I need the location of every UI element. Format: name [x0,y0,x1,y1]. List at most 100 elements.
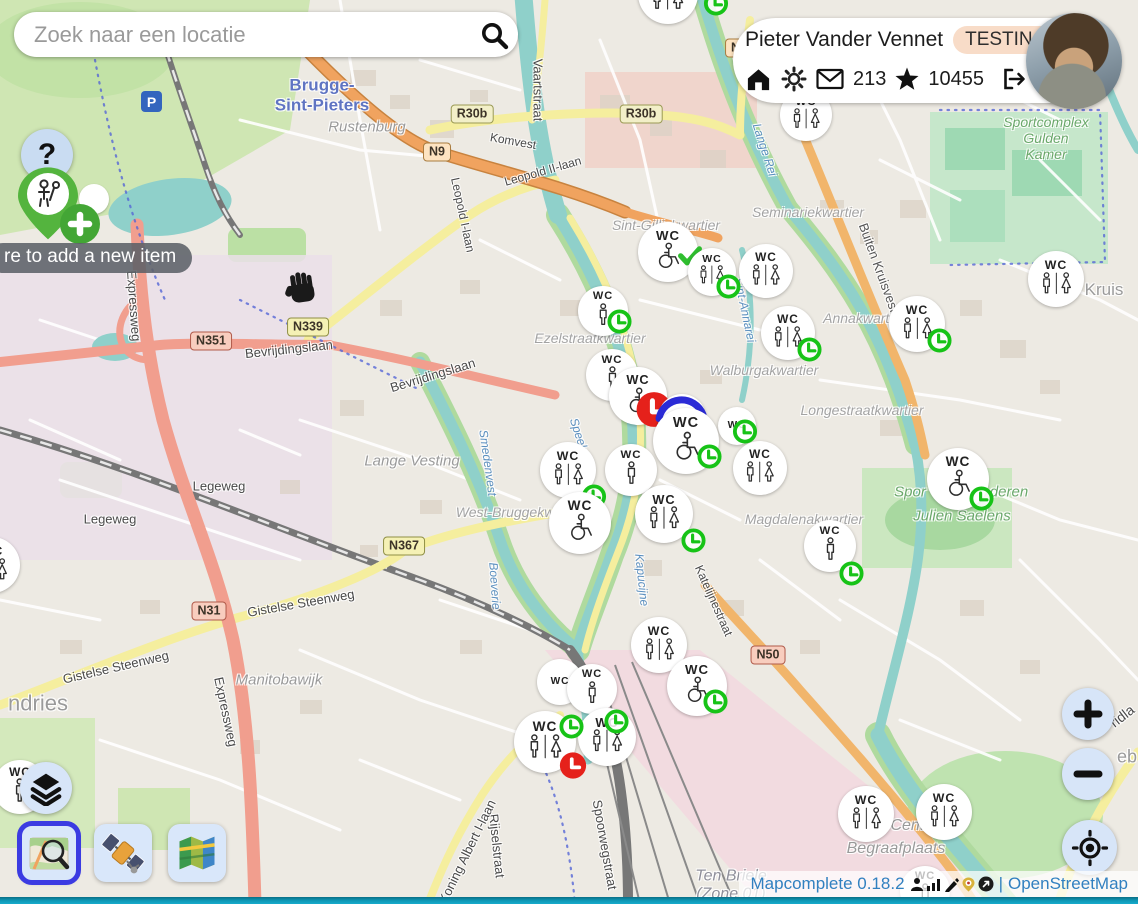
plus-icon [67,211,93,237]
wc-label: WC [685,663,709,677]
statistics-icon[interactable] [926,877,942,892]
background-option-osm-carto[interactable] [20,824,78,882]
toilet-marker[interactable]: WC [804,520,856,572]
wc-label: WC [819,525,840,537]
opening-hours-badge [603,708,630,740]
zoom-in-button[interactable] [1062,688,1114,740]
toilet-marker[interactable]: WC [733,441,787,495]
single-pictogram [586,681,598,709]
wc-label: WC [755,251,777,263]
toilet-marker[interactable]: WC [688,248,736,296]
toilet-marker[interactable]: WC [653,408,719,474]
search-button[interactable] [470,12,518,57]
mf-pictogram [790,108,822,134]
opening-hours-badge [696,443,723,475]
mapcomplete-logo-icon[interactable] [961,877,976,892]
wc-label: WC [777,313,799,325]
mf-pictogram [749,264,782,291]
toilet-marker[interactable]: WC [927,448,989,510]
layers-button[interactable] [20,762,72,814]
location-search-bar[interactable] [14,12,518,57]
opening-hours-badge [715,273,742,305]
toilet-marker[interactable]: WC [761,306,815,360]
edit-pencil-icon[interactable] [944,877,959,892]
geolocate-button[interactable] [1062,820,1117,875]
wc-label: WC [702,254,722,265]
dark-circle-icon[interactable] [978,876,994,892]
toilet-marker[interactable]: WC [549,492,611,554]
attribution-separator: | [999,874,1003,894]
folded-map-icon [176,833,218,873]
gear-icon [781,66,807,92]
toilet-marker[interactable]: WC [578,286,628,336]
settings-button[interactable] [781,66,807,92]
wc-label: WC [582,669,602,681]
add-new-item-pin[interactable] [16,166,126,258]
opening-hours-badge [702,688,729,720]
toilet-marker[interactable]: WC [739,244,793,298]
opening-hours-badge [680,527,707,559]
toilet-marker[interactable]: WC [638,0,698,24]
background-option-satellite[interactable] [94,824,152,882]
mf-pictogram [927,805,962,833]
mf-pictogram [849,807,884,835]
toilet-marker[interactable]: WC [667,656,727,716]
mf-pictogram [1039,272,1074,300]
wc-label: WC [906,304,929,317]
wc-label: WC [1045,259,1068,272]
toilet-marker[interactable]: WC [635,485,693,543]
opening-hours-badge [606,308,633,340]
wc-label: WC [0,545,3,558]
wc-label: WC [652,493,675,506]
wc-label: WC [656,229,680,243]
toilet-marker[interactable]: WC [0,537,20,593]
add-plus-button[interactable] [60,204,100,244]
search-icon [479,20,509,50]
satellite-icon [101,831,145,875]
toilet-preset-icon [27,173,69,215]
user-avatar[interactable] [1026,13,1122,109]
opening-hours-badge [838,560,865,592]
wc-label: WC [593,291,613,303]
opening-hours-badge [926,327,953,359]
mf-pictogram [0,558,9,586]
logout-icon [999,65,1027,93]
wc-label: WC [568,499,593,513]
home-button[interactable] [745,66,772,93]
toilet-marker[interactable]: WC [1028,251,1084,307]
plus-icon [1071,697,1105,731]
wc-label: WC [673,416,699,431]
wheelchair-pictogram [565,513,596,547]
stars-count: 10455 [928,68,984,91]
mf-pictogram [649,0,686,16]
wc-label: WC [933,792,956,805]
wc-label: WC [620,449,641,461]
toilet-marker[interactable]: WC [838,786,894,842]
logout-button[interactable] [999,65,1027,93]
opening-hours-badge [968,485,995,517]
mf-pictogram [743,461,776,488]
attribution-app-version: Mapcomplete 0.18.2 [751,874,905,894]
toilet-marker[interactable]: WC [567,664,617,714]
bottom-accent-strip [0,897,1138,904]
envelope-icon [816,68,844,90]
wc-label: WC [855,794,878,807]
minus-icon [1071,757,1105,791]
mf-pictogram [642,638,677,666]
contributors-icon[interactable] [910,877,924,892]
opening-hours-badge [796,336,823,368]
mapcomplete-app: Brugge-Sint-PietersRustenburgVaartstraat… [0,0,1138,904]
background-option-map[interactable] [168,824,226,882]
wc-label: WC [626,373,649,386]
openstreetmap-link[interactable]: OpenStreetMap [1008,874,1128,894]
toilet-marker[interactable]: WC [916,784,972,840]
wc-label: WC [648,625,671,638]
search-input[interactable] [14,22,470,48]
wc-label: WC [749,448,771,460]
zoom-out-button[interactable] [1062,748,1114,800]
toilet-marker[interactable]: WC [889,296,945,352]
osm-map-icon [28,833,70,873]
messages-button[interactable] [816,68,844,90]
opening-hours-badge [703,0,730,22]
mf-pictogram [646,506,682,534]
